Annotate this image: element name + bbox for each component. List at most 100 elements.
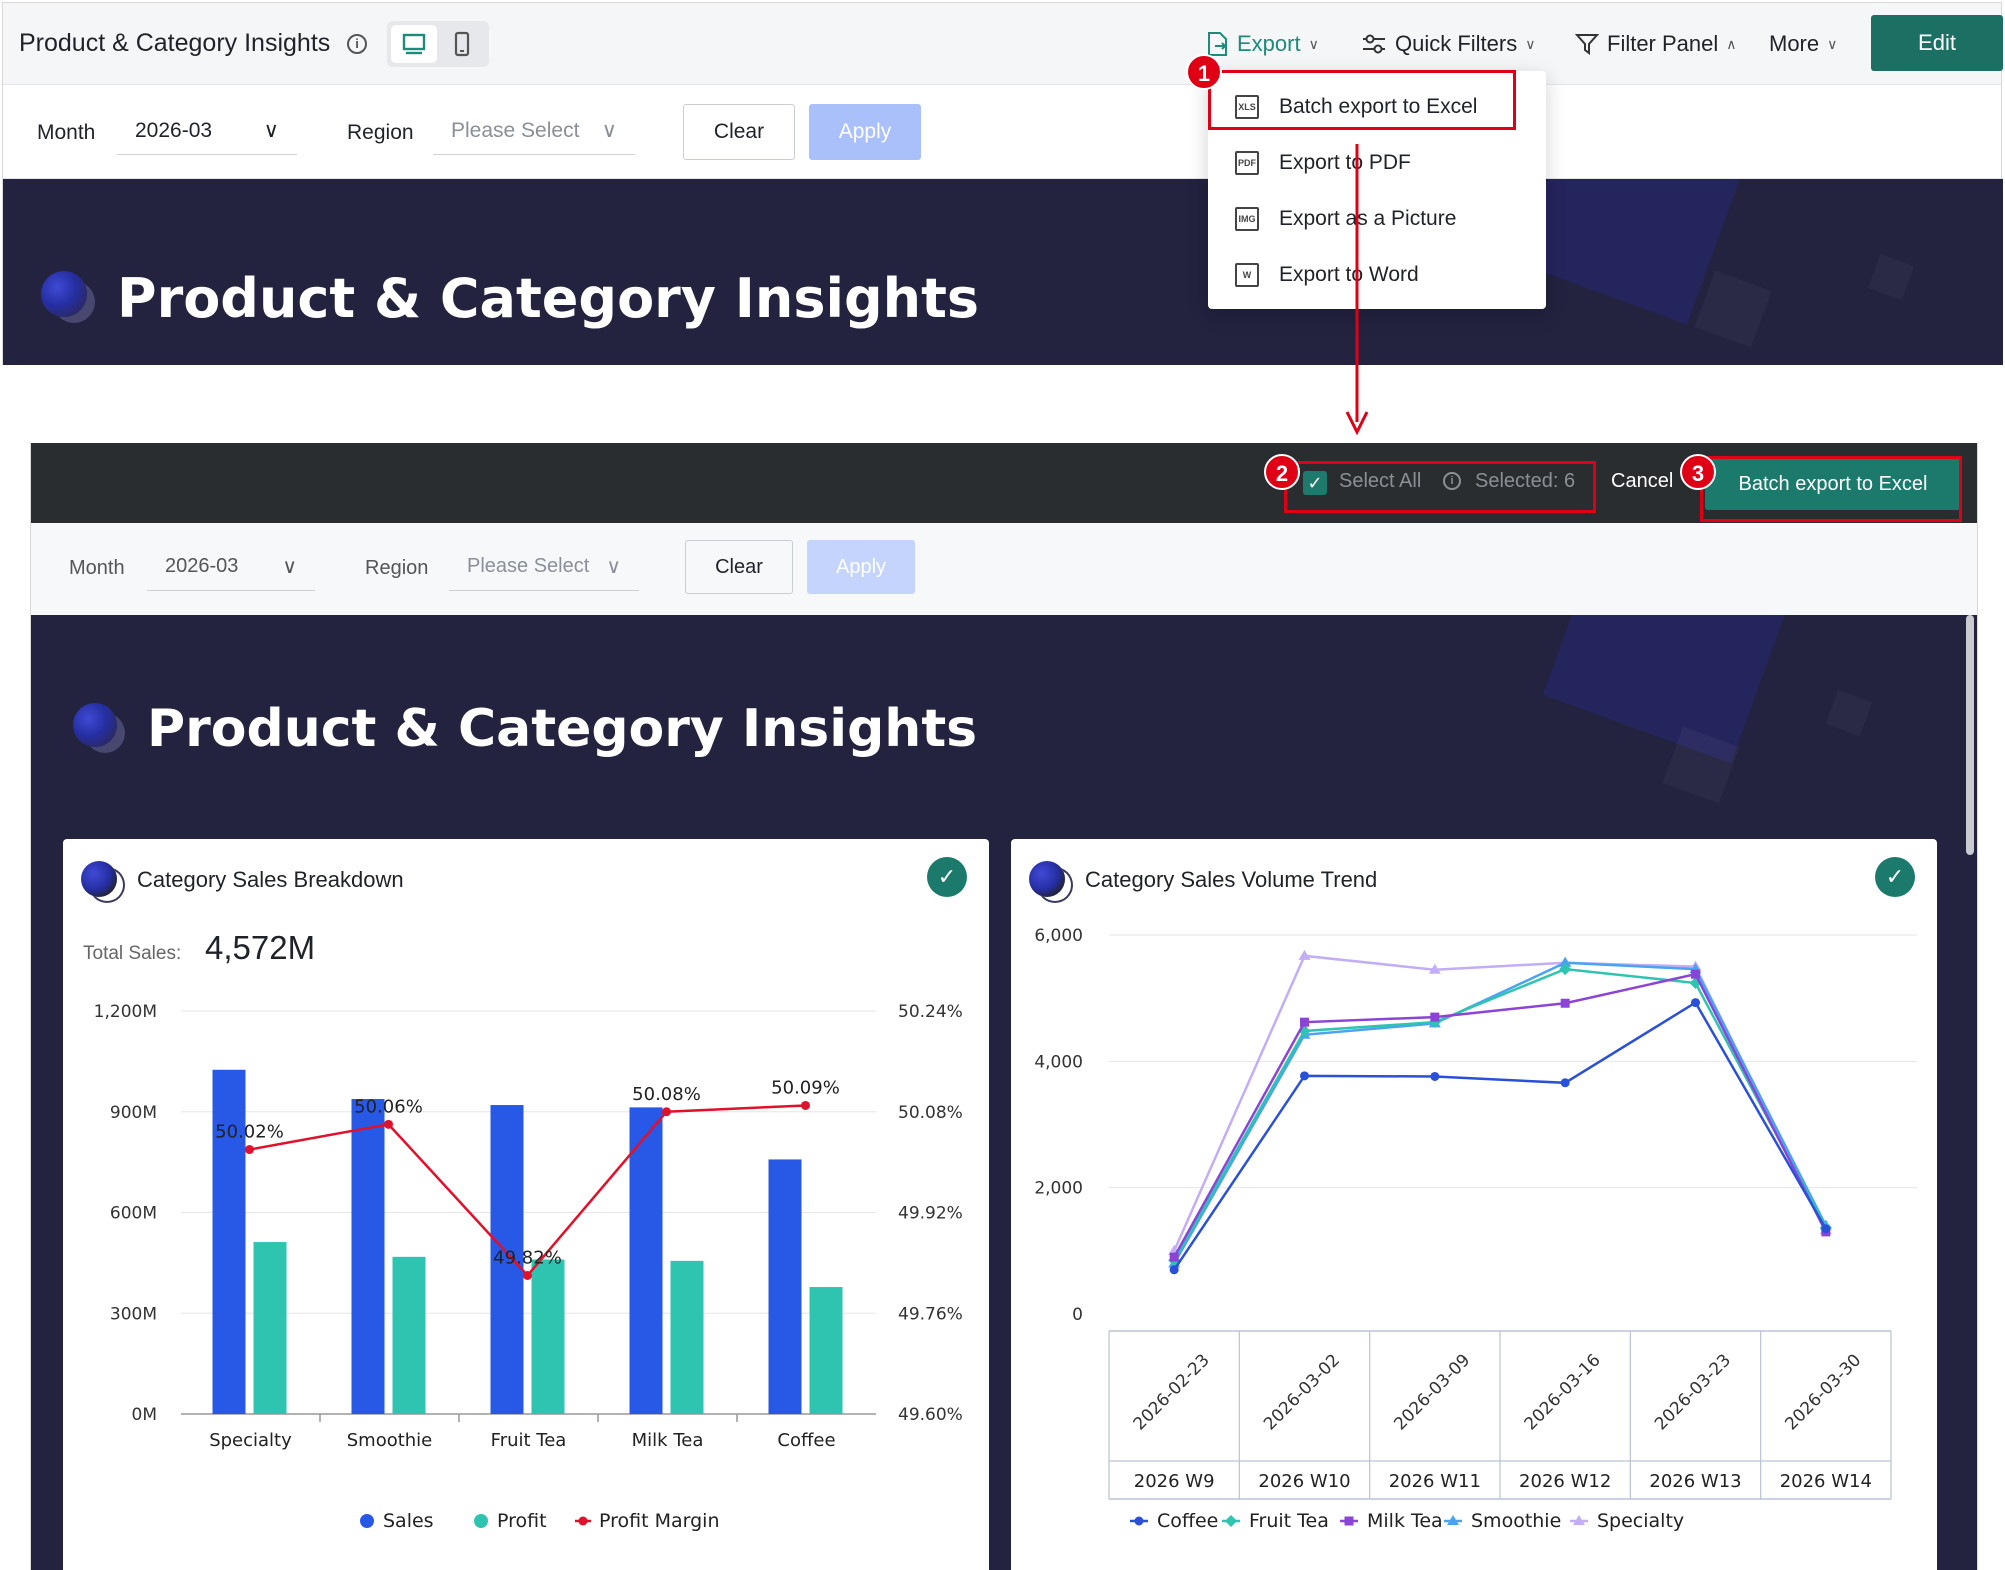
legend-label: Coffee bbox=[1157, 1510, 1218, 1532]
x-category-label: Smoothie bbox=[347, 1430, 433, 1451]
month-select[interactable]: 2026-03 ∨ bbox=[147, 543, 315, 591]
chevron-down-icon: ∨ bbox=[1308, 35, 1319, 52]
pdf-icon: PDF bbox=[1235, 151, 1259, 175]
x-week-label: 2026 W10 bbox=[1258, 1471, 1350, 1492]
report-screenshot-top: Product & Category Insights i Export ∨ Q… bbox=[2, 2, 2003, 365]
edit-button[interactable]: Edit bbox=[1871, 15, 2003, 71]
profit-margin-point bbox=[801, 1100, 810, 1110]
y-tick-label: 1,200M bbox=[94, 1002, 157, 1022]
banner-logo-icon bbox=[73, 703, 117, 747]
banner-decoration bbox=[1542, 615, 1800, 764]
report-screenshot-batch-mode: ✓ Select All i Selected: 6 Cancel Batch … bbox=[30, 443, 1978, 1570]
profit-margin-label: 50.09% bbox=[771, 1077, 840, 1098]
region-select[interactable]: Please Select ∨ bbox=[433, 107, 635, 155]
desktop-icon bbox=[402, 33, 426, 55]
bar-profit-coffee bbox=[809, 1287, 843, 1414]
category-sales-trend-line-chart: 0 2,000 4,000 6,000 2026-02-23 2026 W9 2026-03… bbox=[1034, 926, 1917, 1532]
report-title: Product & Category Insights bbox=[19, 29, 331, 57]
legend-label: Specialty bbox=[1597, 1510, 1684, 1532]
region-placeholder: Please Select bbox=[451, 118, 580, 142]
month-label: Month bbox=[69, 557, 125, 579]
more-label: More bbox=[1769, 31, 1820, 56]
info-icon[interactable]: i bbox=[347, 34, 367, 54]
series-line-specialty bbox=[1173, 954, 1827, 1252]
legend-label: Sales bbox=[383, 1510, 434, 1532]
point-specialty bbox=[1298, 949, 1311, 960]
desktop-view-button[interactable] bbox=[391, 25, 437, 63]
clear-button[interactable]: Clear bbox=[683, 104, 795, 160]
more-button[interactable]: More ∨ bbox=[1769, 31, 1837, 57]
x-week-label: 2026 W9 bbox=[1134, 1471, 1215, 1492]
legend-marker bbox=[360, 1514, 374, 1528]
legend-label: Milk Tea bbox=[1367, 1510, 1443, 1532]
series-line-fruit-tea bbox=[1173, 967, 1827, 1261]
point-coffee bbox=[1169, 1265, 1179, 1275]
bar-profit-smoothie bbox=[392, 1256, 426, 1414]
region-placeholder: Please Select bbox=[467, 555, 590, 577]
x-date-label: 2026-03-09 bbox=[1390, 1350, 1474, 1434]
x-category-label: Specialty bbox=[209, 1430, 292, 1451]
apply-button[interactable]: Apply bbox=[809, 104, 921, 160]
point-coffee bbox=[1430, 1071, 1440, 1081]
vertical-scrollbar[interactable] bbox=[1966, 615, 1974, 855]
annotation-arrow bbox=[1345, 144, 1369, 436]
y-tick-label: 0M bbox=[132, 1405, 157, 1425]
banner-decoration bbox=[1867, 253, 1915, 301]
chevron-down-icon: ∨ bbox=[282, 556, 297, 578]
x-week-label: 2026 W12 bbox=[1519, 1471, 1611, 1492]
legend-label: Profit Margin bbox=[599, 1510, 720, 1532]
word-icon: W bbox=[1235, 263, 1259, 287]
profit-margin-label: 50.08% bbox=[632, 1084, 701, 1105]
mobile-icon bbox=[454, 31, 470, 57]
apply-button[interactable]: Apply bbox=[807, 540, 915, 594]
point-coffee bbox=[1821, 1224, 1831, 1234]
category-sales-volume-trend-card[interactable]: Category Sales Volume Trend ✓ 0 2,000 4,00… bbox=[1011, 839, 1937, 1570]
point-coffee bbox=[1134, 1516, 1144, 1526]
legend-label: Profit bbox=[497, 1510, 547, 1532]
banner-logo-icon bbox=[41, 271, 87, 317]
menu-item-export-word[interactable]: W Export to Word bbox=[1208, 247, 1546, 303]
y2-tick-label: 50.24% bbox=[898, 1002, 963, 1022]
profit-margin-label: 50.06% bbox=[354, 1096, 423, 1117]
region-select[interactable]: Please Select ∨ bbox=[449, 543, 639, 591]
banner-decoration bbox=[1825, 689, 1873, 737]
cancel-button[interactable]: Cancel bbox=[1611, 470, 1673, 493]
menu-item-export-picture[interactable]: IMG Export as a Picture bbox=[1208, 191, 1546, 247]
bar-sales-smoothie bbox=[351, 1098, 385, 1414]
picture-icon: IMG bbox=[1235, 207, 1259, 231]
mobile-view-button[interactable] bbox=[439, 25, 485, 63]
quick-filters-button[interactable]: Quick Filters ∨ bbox=[1361, 31, 1536, 57]
month-select[interactable]: 2026-03 ∨ bbox=[117, 107, 297, 155]
filter-bar: Month 2026-03 ∨ Region Please Select ∨ C… bbox=[3, 85, 2001, 179]
sliders-icon bbox=[1363, 34, 1385, 54]
x-week-label: 2026 W14 bbox=[1780, 1471, 1872, 1492]
clear-button[interactable]: Clear bbox=[685, 540, 793, 594]
series-line-milk-tea bbox=[1173, 972, 1827, 1258]
menu-item-export-pdf[interactable]: PDF Export to PDF bbox=[1208, 135, 1546, 191]
point-coffee bbox=[1691, 998, 1700, 1008]
point-milk-tea bbox=[1430, 1012, 1440, 1022]
profit-margin-point bbox=[245, 1145, 254, 1155]
point-milk-tea bbox=[1344, 1516, 1354, 1526]
category-sales-bar-chart: 0M 300M 600M 900M 1,200M 49.60% 49.76% 49.92% 50… bbox=[94, 1002, 963, 1532]
region-label: Region bbox=[365, 557, 429, 579]
category-sales-breakdown-card[interactable]: Category Sales Breakdown ✓ Total Sales: … bbox=[63, 839, 989, 1570]
export-menu-button[interactable]: Export ∨ bbox=[1205, 31, 1319, 57]
profit-margin-point bbox=[384, 1119, 393, 1129]
bar-sales-milk-tea bbox=[629, 1107, 663, 1414]
region-label: Region bbox=[347, 121, 414, 144]
point-milk-tea bbox=[1169, 1252, 1179, 1262]
x-week-label: 2026 W11 bbox=[1389, 1471, 1481, 1492]
annotation-box-step-2 bbox=[1284, 461, 1596, 513]
device-toggle bbox=[387, 21, 489, 67]
chevron-up-icon: ∧ bbox=[1726, 35, 1737, 52]
export-file-icon bbox=[1208, 32, 1227, 56]
annotation-box-step-3 bbox=[1700, 456, 1962, 522]
filter-panel-button[interactable]: Filter Panel ∧ bbox=[1575, 31, 1737, 57]
chevron-down-icon: ∨ bbox=[601, 119, 617, 142]
x-category-label: Fruit Tea bbox=[491, 1430, 567, 1451]
x-date-label: 2026-03-30 bbox=[1781, 1350, 1865, 1434]
point-milk-tea bbox=[1691, 969, 1700, 979]
y-tick-label: 300M bbox=[110, 1304, 157, 1324]
chevron-down-icon: ∨ bbox=[606, 556, 621, 578]
